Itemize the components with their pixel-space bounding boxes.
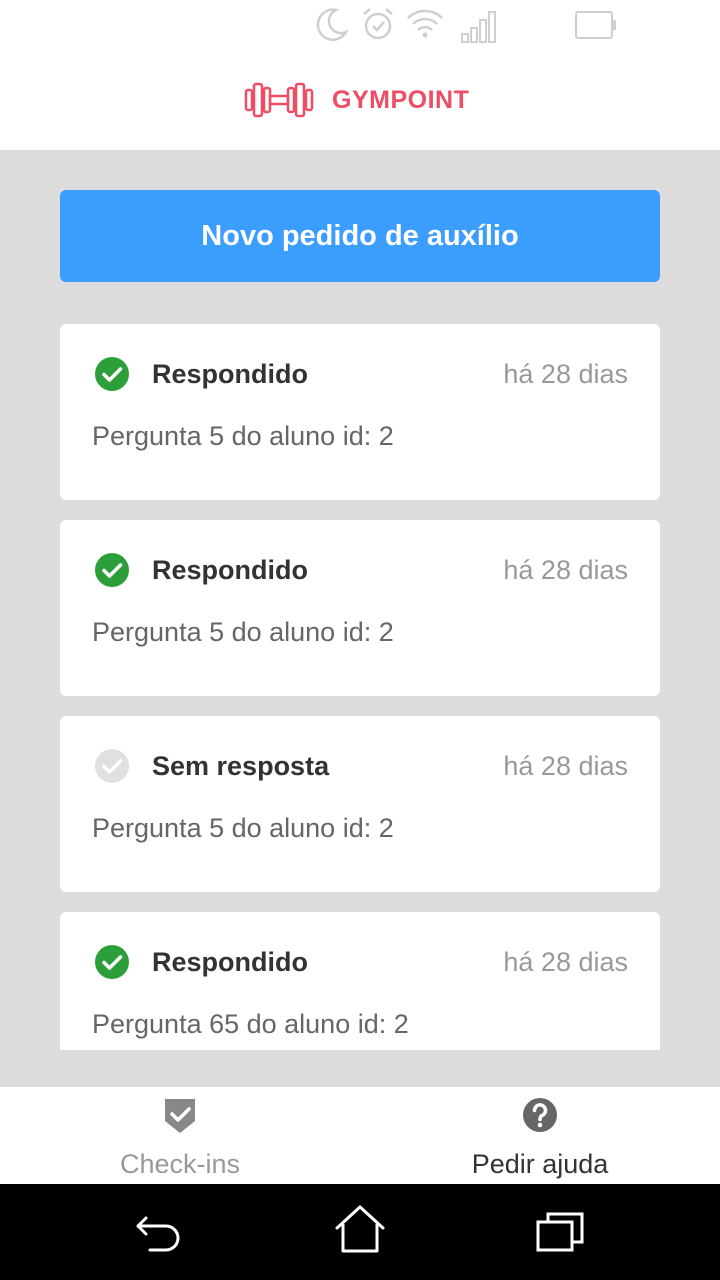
help-request-card[interactable]: Respondido há 28 dias Pergunta 5 do alun… [60,520,660,696]
main-content: Novo pedido de auxílio Respondido há 28 … [0,150,720,1086]
check-circle-icon [95,357,129,391]
help-request-card[interactable]: Respondido há 28 dias Pergunta 65 do alu… [60,912,660,1050]
signal-icon [461,11,496,43]
wifi-icon [407,9,443,38]
help-request-list[interactable]: Respondido há 28 dias Pergunta 5 do alun… [60,324,660,1050]
app-header: GYMPOINT [0,50,720,150]
question-text: Pergunta 5 do aluno id: 2 [92,813,394,843]
check-circle-icon [95,553,129,587]
status-label: Respondido [152,359,308,389]
bottom-tab-bar: Check-ins Pedir ajuda [0,1086,720,1185]
status-label: Sem resposta [152,751,330,781]
back-icon[interactable] [134,1208,184,1256]
recents-icon[interactable] [534,1208,586,1256]
status-bar [0,0,720,50]
status-label: Respondido [152,947,308,977]
question-text: Pergunta 5 do aluno id: 2 [92,421,394,451]
help-request-card[interactable]: Sem resposta há 28 dias Pergunta 5 do al… [60,716,660,892]
check-circle-icon [95,749,129,783]
tab-label: Pedir ajuda [471,1149,609,1179]
question-text: Pergunta 65 do aluno id: 2 [92,1009,409,1039]
question-text: Pergunta 5 do aluno id: 2 [92,617,394,647]
alarm-icon [363,8,393,40]
status-label: Respondido [152,555,308,585]
time-ago: há 28 dias [503,555,628,585]
shield-check-icon [165,1099,195,1133]
logo-text: GYMPOINT [332,85,470,114]
tab-check-ins[interactable]: Check-ins [0,1087,360,1185]
time-ago: há 28 dias [503,359,628,389]
logo: GYMPOINT [244,80,469,120]
home-icon[interactable] [333,1204,387,1254]
tab-label: Check-ins [119,1149,241,1179]
tab-pedir-ajuda[interactable]: Pedir ajuda [360,1087,720,1185]
new-request-button[interactable]: Novo pedido de auxílio [60,190,660,282]
help-request-card[interactable]: Respondido há 28 dias Pergunta 5 do alun… [60,324,660,500]
system-nav-bar [0,1184,720,1280]
dumbbell-icon [244,82,314,118]
help-circle-icon [523,1098,557,1132]
moon-icon [316,8,349,41]
time-ago: há 28 dias [503,947,628,977]
battery-icon [575,11,616,39]
time-ago: há 28 dias [503,751,628,781]
check-circle-icon [95,945,129,979]
